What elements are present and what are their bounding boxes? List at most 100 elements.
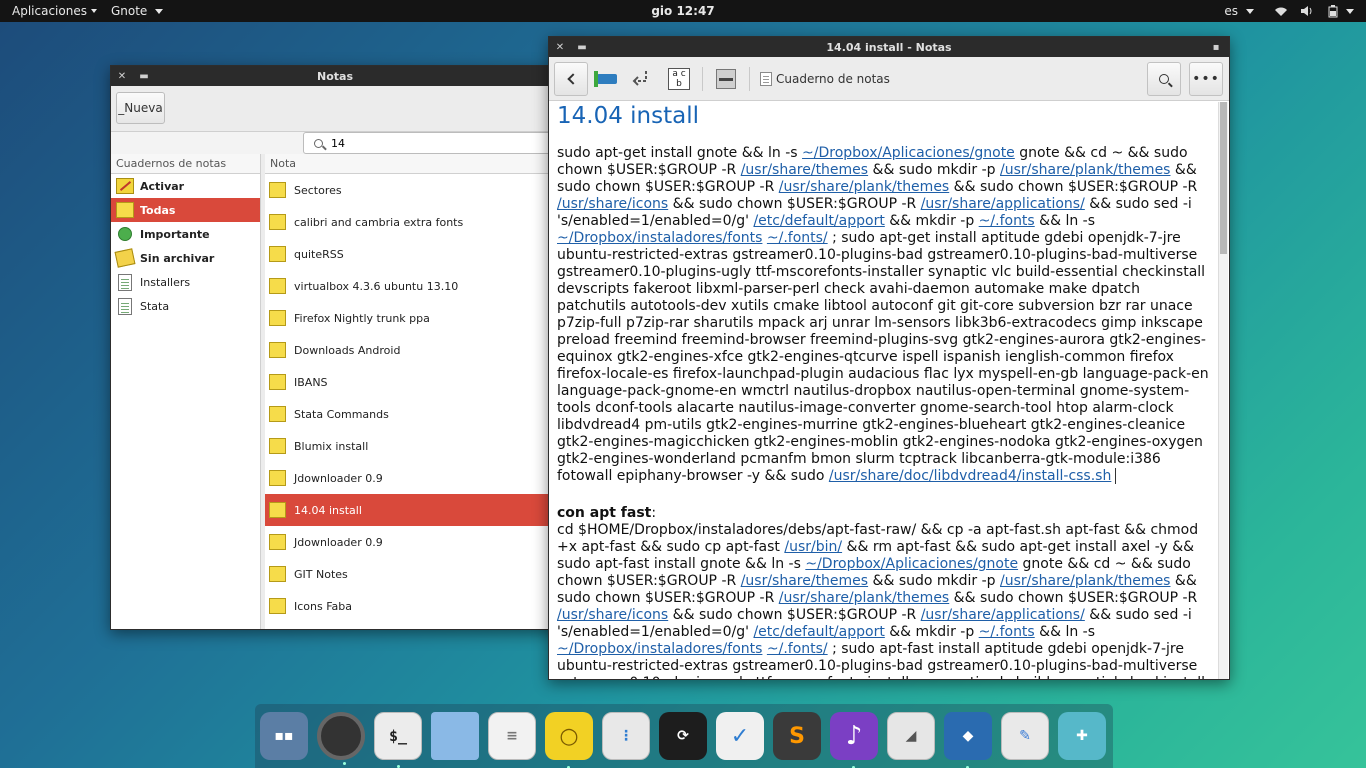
delete-note-icon[interactable]: [713, 66, 739, 92]
puzzle-app-icon[interactable]: ✚: [1058, 712, 1106, 760]
note-link[interactable]: /usr/share/applications/: [921, 607, 1085, 623]
pin-icon[interactable]: [594, 66, 620, 92]
notebook-item-activar[interactable]: Activar: [111, 174, 260, 198]
note-list-item[interactable]: Firefox Nightly trunk ppa: [265, 302, 559, 334]
chevron-down-icon[interactable]: [1346, 8, 1354, 14]
scrollbar-thumb[interactable]: [1220, 102, 1227, 254]
note-content[interactable]: 14.04 install sudo apt-get install gnote…: [549, 102, 1217, 679]
tasks-app-icon[interactable]: ✓: [716, 712, 764, 760]
note-link[interactable]: /usr/share/plank/themes: [779, 179, 949, 195]
text-style-icon[interactable]: a cb: [666, 66, 692, 92]
search-icon: [1159, 74, 1169, 84]
note-list-item[interactable]: IBANS: [265, 366, 559, 398]
dock: ▪▪ $_ ≡ ○ ⋮ ⟳ ✓ S ♪ ◢ ◆ ✎ ✚: [255, 704, 1113, 768]
note-list-item[interactable]: calibri and cambria extra fonts: [265, 206, 559, 238]
note-list-item[interactable]: quiteRSS: [265, 238, 559, 270]
note-link[interactable]: ~/Dropbox/Aplicaciones/gnote: [802, 145, 1015, 161]
clock[interactable]: gio 12:47: [651, 4, 714, 18]
note-paragraph-2[interactable]: con apt fast: cd $HOME/Dropbox/instalado…: [557, 505, 1209, 679]
note-link[interactable]: /usr/share/themes: [741, 573, 868, 589]
search-button[interactable]: [1147, 62, 1181, 96]
note-link[interactable]: ~/.fonts/: [767, 230, 828, 246]
close-icon[interactable]: ✕: [111, 66, 133, 86]
music-app-icon[interactable]: ♪: [830, 712, 878, 768]
note-list-item[interactable]: Sectores: [265, 174, 559, 206]
note-link[interactable]: ~/.fonts: [979, 624, 1035, 640]
note-list-item[interactable]: Downloads Android: [265, 334, 559, 366]
notebook-item-installers[interactable]: Installers: [111, 270, 260, 294]
note-icon: [269, 374, 286, 390]
note-link[interactable]: /usr/share/icons: [557, 607, 668, 623]
app-menu[interactable]: Gnote: [103, 0, 169, 22]
settings-app-icon[interactable]: ⋮: [602, 712, 650, 760]
note-list-item[interactable]: Jdownloader 0.9: [265, 462, 559, 494]
note-list-item[interactable]: 14.04 install: [265, 494, 559, 526]
note-list-label: Stata Commands: [294, 407, 389, 421]
notebook-button[interactable]: Cuaderno de notas: [760, 71, 890, 86]
note-list-item[interactable]: Stata Commands: [265, 398, 559, 430]
note-link[interactable]: ~/.fonts: [979, 213, 1035, 229]
minimize-icon[interactable]: ▬: [133, 66, 155, 86]
note-list-label: calibri and cambria extra fonts: [294, 215, 464, 229]
list-body: Cuadernos de notas Activar Todas Importa…: [111, 154, 559, 629]
note-link[interactable]: /etc/default/apport: [753, 213, 884, 229]
search-input[interactable]: 14: [303, 132, 563, 154]
notebook-item-importante[interactable]: Importante: [111, 222, 260, 246]
top-panel: Aplicaciones Gnote gio 12:47 es: [0, 0, 1366, 22]
note-link[interactable]: ~/Dropbox/instaladores/fonts: [557, 641, 762, 657]
note-list-item[interactable]: virtualbox 4.3.6 ubuntu 13.10: [265, 270, 559, 302]
maximize-icon[interactable]: ▪: [1205, 37, 1227, 57]
note-toolbar: a cb Cuaderno de notas •••: [549, 57, 1229, 101]
note-link[interactable]: /etc/default/apport: [753, 624, 884, 640]
more-options-button[interactable]: •••: [1189, 62, 1223, 96]
text-editor-app-icon[interactable]: ≡: [488, 712, 536, 760]
notebook-page-icon: [760, 71, 772, 86]
camera-app-icon[interactable]: [317, 712, 365, 765]
note-title[interactable]: 14.04 install: [557, 102, 1209, 142]
notebook-item-stata[interactable]: Stata: [111, 294, 260, 318]
note-link[interactable]: ~/Dropbox/Aplicaciones/gnote: [805, 556, 1018, 572]
screenshot-app-icon[interactable]: ⟳: [659, 712, 707, 760]
workspace-switcher-icon[interactable]: ▪▪: [260, 712, 308, 760]
terminal-app-icon[interactable]: $_: [374, 712, 422, 768]
note-list-item[interactable]: Jdownloader 0.9: [265, 526, 559, 558]
volume-icon[interactable]: [1300, 5, 1314, 17]
keyboard-layout-menu[interactable]: es: [1224, 0, 1262, 22]
applications-menu[interactable]: Aplicaciones: [0, 0, 103, 22]
notes-bulb-app-icon[interactable]: ○: [545, 712, 593, 768]
note-paragraph-1[interactable]: sudo apt-get install gnote && ln -s ~/Dr…: [557, 145, 1209, 485]
new-note-button[interactable]: _Nueva: [116, 92, 165, 124]
note-list-item[interactable]: Icons Faba: [265, 590, 559, 622]
sublime-app-icon[interactable]: S: [773, 712, 821, 760]
minimize-icon[interactable]: ▬: [571, 37, 593, 57]
back-button[interactable]: [554, 61, 588, 96]
files-app-icon[interactable]: [431, 712, 479, 760]
note-link[interactable]: /usr/share/icons: [557, 196, 668, 212]
window-title: 14.04 install - Notas: [826, 40, 952, 54]
note-link[interactable]: /usr/share/themes: [741, 162, 868, 178]
virtualbox-app-icon[interactable]: ◆: [944, 712, 992, 768]
note-link[interactable]: ~/.fonts/: [767, 641, 828, 657]
note-link[interactable]: ~/Dropbox/instaladores/fonts: [557, 230, 762, 246]
link-icon[interactable]: [628, 66, 654, 92]
note-list-item[interactable]: Blumix install: [265, 430, 559, 462]
note-list-item[interactable]: GIT Notes: [265, 558, 559, 590]
note-icon: [269, 214, 286, 230]
notebook-item-sin-archivar[interactable]: Sin archivar: [111, 246, 260, 270]
notes-header[interactable]: Nota: [265, 154, 559, 174]
note-link[interactable]: /usr/share/plank/themes: [1000, 162, 1170, 178]
wifi-icon[interactable]: [1274, 5, 1288, 17]
note-link[interactable]: /usr/share/plank/themes: [779, 590, 949, 606]
notebook-item-todas[interactable]: Todas: [111, 198, 260, 222]
note-link[interactable]: /usr/bin/: [784, 539, 842, 555]
chevron-down-icon: [1246, 8, 1254, 14]
note-link[interactable]: /usr/share/plank/themes: [1000, 573, 1170, 589]
search-value: 14: [331, 136, 345, 150]
writer-app-icon[interactable]: ✎: [1001, 712, 1049, 760]
close-icon[interactable]: ✕: [549, 37, 571, 57]
battery-icon[interactable]: [1326, 4, 1340, 17]
note-link[interactable]: /usr/share/applications/: [921, 196, 1085, 212]
system-monitor-app-icon[interactable]: ◢: [887, 712, 935, 760]
note-link[interactable]: /usr/share/doc/libdvdread4/install-css.s…: [829, 468, 1111, 484]
vertical-scrollbar[interactable]: [1218, 102, 1228, 679]
